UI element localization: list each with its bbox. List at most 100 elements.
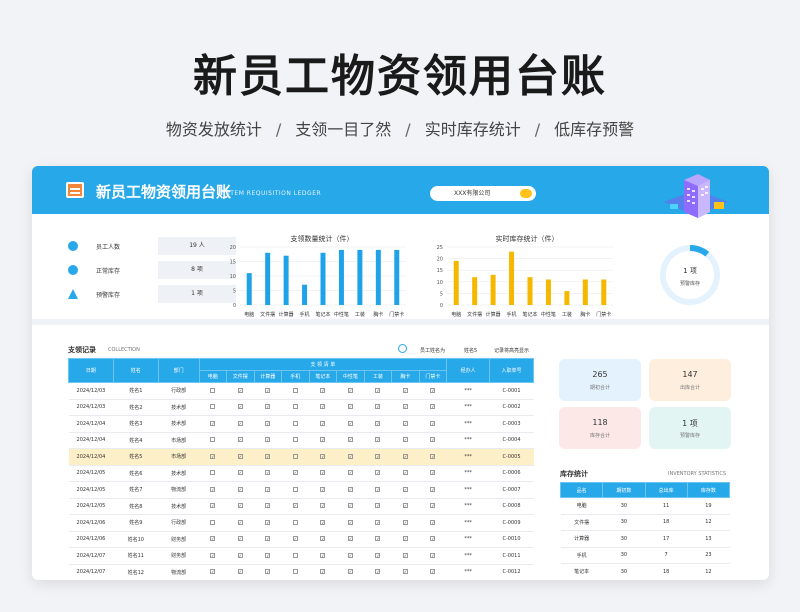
checked-box-icon[interactable]: ✓ bbox=[237, 387, 243, 393]
checked-box-icon[interactable]: ✓ bbox=[375, 437, 381, 443]
checked-box-icon[interactable]: ✓ bbox=[237, 470, 243, 476]
checked-box-icon[interactable]: ✓ bbox=[320, 453, 326, 459]
checked-box-icon[interactable]: ✓ bbox=[265, 519, 271, 525]
checked-box-icon[interactable]: ✓ bbox=[210, 486, 216, 492]
checked-box-icon[interactable]: ✓ bbox=[430, 437, 436, 443]
table-row[interactable]: 2024/12/05 姓名7 物流部 ✓ ✓ ✓ ✓ ✓ ✓ ✓ ✓ *** C-0007 bbox=[68, 481, 534, 499]
unchecked-box-icon[interactable] bbox=[210, 404, 216, 410]
checked-box-icon[interactable]: ✓ bbox=[210, 569, 216, 575]
checked-box-icon[interactable]: ✓ bbox=[210, 503, 216, 509]
checked-box-icon[interactable]: ✓ bbox=[237, 486, 243, 492]
table-row[interactable]: 2024/12/04 姓名4 市场部 ✓ ✓ ✓ ✓ ✓ ✓ ✓ *** C-0004 bbox=[68, 432, 534, 449]
checked-box-icon[interactable]: ✓ bbox=[430, 486, 436, 492]
checked-box-icon[interactable]: ✓ bbox=[430, 470, 436, 476]
checked-box-icon[interactable]: ✓ bbox=[402, 387, 408, 393]
table-row[interactable]: 2024/12/05 姓名8 技术部 ✓ ✓ ✓ ✓ ✓ ✓ ✓ ✓ ✓ *** C-0008 bbox=[68, 498, 534, 515]
checked-box-icon[interactable]: ✓ bbox=[292, 470, 298, 476]
checked-box-icon[interactable]: ✓ bbox=[237, 519, 243, 525]
unchecked-box-icon[interactable] bbox=[210, 519, 216, 525]
checked-box-icon[interactable]: ✓ bbox=[430, 519, 436, 525]
checked-box-icon[interactable]: ✓ bbox=[402, 470, 408, 476]
checked-box-icon[interactable]: ✓ bbox=[320, 569, 326, 575]
checked-box-icon[interactable]: ✓ bbox=[375, 552, 381, 558]
unchecked-box-icon[interactable] bbox=[292, 486, 298, 492]
checked-box-icon[interactable]: ✓ bbox=[402, 437, 408, 443]
checked-box-icon[interactable]: ✓ bbox=[347, 453, 353, 459]
checked-box-icon[interactable]: ✓ bbox=[320, 486, 326, 492]
checked-box-icon[interactable]: ✓ bbox=[265, 404, 271, 410]
table-row[interactable]: 2024/12/04 姓名3 技术部 ✓ ✓ ✓ ✓ ✓ ✓ ✓ ✓ *** C-0003 bbox=[68, 415, 534, 433]
checked-box-icon[interactable]: ✓ bbox=[265, 453, 271, 459]
checked-box-icon[interactable]: ✓ bbox=[237, 569, 243, 575]
checked-box-icon[interactable]: ✓ bbox=[347, 404, 353, 410]
table-row[interactable]: 2024/12/03 姓名2 技术部 ✓ ✓ ✓ ✓ ✓ ✓ ✓ *** C-0002 bbox=[68, 399, 534, 416]
checked-box-icon[interactable]: ✓ bbox=[320, 437, 326, 443]
table-row[interactable]: 2024/12/04 姓名5 市场部 ✓ ✓ ✓ ✓ ✓ ✓ ✓ ✓ *** C-0005 bbox=[68, 448, 534, 466]
checked-box-icon[interactable]: ✓ bbox=[430, 552, 436, 558]
checked-box-icon[interactable]: ✓ bbox=[402, 453, 408, 459]
company-selector[interactable]: XXX有限公司 bbox=[430, 186, 536, 201]
checked-box-icon[interactable]: ✓ bbox=[237, 552, 243, 558]
checked-box-icon[interactable]: ✓ bbox=[265, 503, 271, 509]
checked-box-icon[interactable]: ✓ bbox=[347, 470, 353, 476]
checked-box-icon[interactable]: ✓ bbox=[430, 503, 436, 509]
checked-box-icon[interactable]: ✓ bbox=[375, 387, 381, 393]
checked-box-icon[interactable]: ✓ bbox=[347, 420, 353, 426]
checked-box-icon[interactable]: ✓ bbox=[430, 387, 436, 393]
checked-box-icon[interactable]: ✓ bbox=[210, 552, 216, 558]
checked-box-icon[interactable]: ✓ bbox=[430, 536, 436, 542]
checked-box-icon[interactable]: ✓ bbox=[320, 503, 326, 509]
checked-box-icon[interactable]: ✓ bbox=[237, 503, 243, 509]
checked-box-icon[interactable]: ✓ bbox=[320, 536, 326, 542]
checked-box-icon[interactable]: ✓ bbox=[320, 387, 326, 393]
unchecked-box-icon[interactable] bbox=[292, 552, 298, 558]
checked-box-icon[interactable]: ✓ bbox=[265, 569, 271, 575]
checked-box-icon[interactable]: ✓ bbox=[265, 552, 271, 558]
checked-box-icon[interactable]: ✓ bbox=[237, 437, 243, 443]
checked-box-icon[interactable]: ✓ bbox=[320, 404, 326, 410]
checked-box-icon[interactable]: ✓ bbox=[375, 486, 381, 492]
checked-box-icon[interactable]: ✓ bbox=[320, 470, 326, 476]
checked-box-icon[interactable]: ✓ bbox=[237, 536, 243, 542]
table-row[interactable]: 2024/12/07 姓名12 物流部 ✓ ✓ ✓ ✓ ✓ ✓ ✓ ✓ *** C-0012 bbox=[68, 564, 534, 580]
checked-box-icon[interactable]: ✓ bbox=[265, 470, 271, 476]
unchecked-box-icon[interactable] bbox=[292, 569, 298, 575]
checked-box-icon[interactable]: ✓ bbox=[265, 387, 271, 393]
checked-box-icon[interactable]: ✓ bbox=[430, 420, 436, 426]
unchecked-box-icon[interactable] bbox=[292, 420, 298, 426]
checked-box-icon[interactable]: ✓ bbox=[402, 503, 408, 509]
unchecked-box-icon[interactable] bbox=[292, 453, 298, 459]
checked-box-icon[interactable]: ✓ bbox=[375, 453, 381, 459]
checked-box-icon[interactable]: ✓ bbox=[430, 569, 436, 575]
company-toggle-icon[interactable] bbox=[520, 189, 532, 198]
search-input[interactable]: 姓名5 bbox=[464, 347, 477, 354]
unchecked-box-icon[interactable] bbox=[292, 404, 298, 410]
table-row[interactable]: 2024/12/05 姓名6 技术部 ✓ ✓ ✓ ✓ ✓ ✓ ✓ ✓ *** C-0006 bbox=[68, 465, 534, 482]
checked-box-icon[interactable]: ✓ bbox=[265, 437, 271, 443]
checked-box-icon[interactable]: ✓ bbox=[402, 552, 408, 558]
checked-box-icon[interactable]: ✓ bbox=[402, 404, 408, 410]
checked-box-icon[interactable]: ✓ bbox=[237, 404, 243, 410]
unchecked-box-icon[interactable] bbox=[292, 437, 298, 443]
checked-box-icon[interactable]: ✓ bbox=[402, 486, 408, 492]
checked-box-icon[interactable]: ✓ bbox=[265, 486, 271, 492]
checked-box-icon[interactable]: ✓ bbox=[347, 503, 353, 509]
unchecked-box-icon[interactable] bbox=[210, 470, 216, 476]
search-icon[interactable] bbox=[398, 344, 407, 353]
checked-box-icon[interactable]: ✓ bbox=[375, 536, 381, 542]
checked-box-icon[interactable]: ✓ bbox=[265, 536, 271, 542]
unchecked-box-icon[interactable] bbox=[292, 519, 298, 525]
checked-box-icon[interactable]: ✓ bbox=[320, 552, 326, 558]
checked-box-icon[interactable]: ✓ bbox=[347, 387, 353, 393]
checked-box-icon[interactable]: ✓ bbox=[347, 519, 353, 525]
table-row[interactable]: 2024/12/06 姓名10 财务部 ✓ ✓ ✓ ✓ ✓ ✓ ✓ ✓ ✓ *** C-0010 bbox=[68, 531, 534, 548]
checked-box-icon[interactable]: ✓ bbox=[292, 503, 298, 509]
checked-box-icon[interactable]: ✓ bbox=[402, 536, 408, 542]
checked-box-icon[interactable]: ✓ bbox=[347, 437, 353, 443]
unchecked-box-icon[interactable] bbox=[292, 387, 298, 393]
checked-box-icon[interactable]: ✓ bbox=[237, 453, 243, 459]
checked-box-icon[interactable]: ✓ bbox=[402, 519, 408, 525]
checked-box-icon[interactable]: ✓ bbox=[430, 404, 436, 410]
checked-box-icon[interactable]: ✓ bbox=[292, 536, 298, 542]
checked-box-icon[interactable]: ✓ bbox=[237, 420, 243, 426]
